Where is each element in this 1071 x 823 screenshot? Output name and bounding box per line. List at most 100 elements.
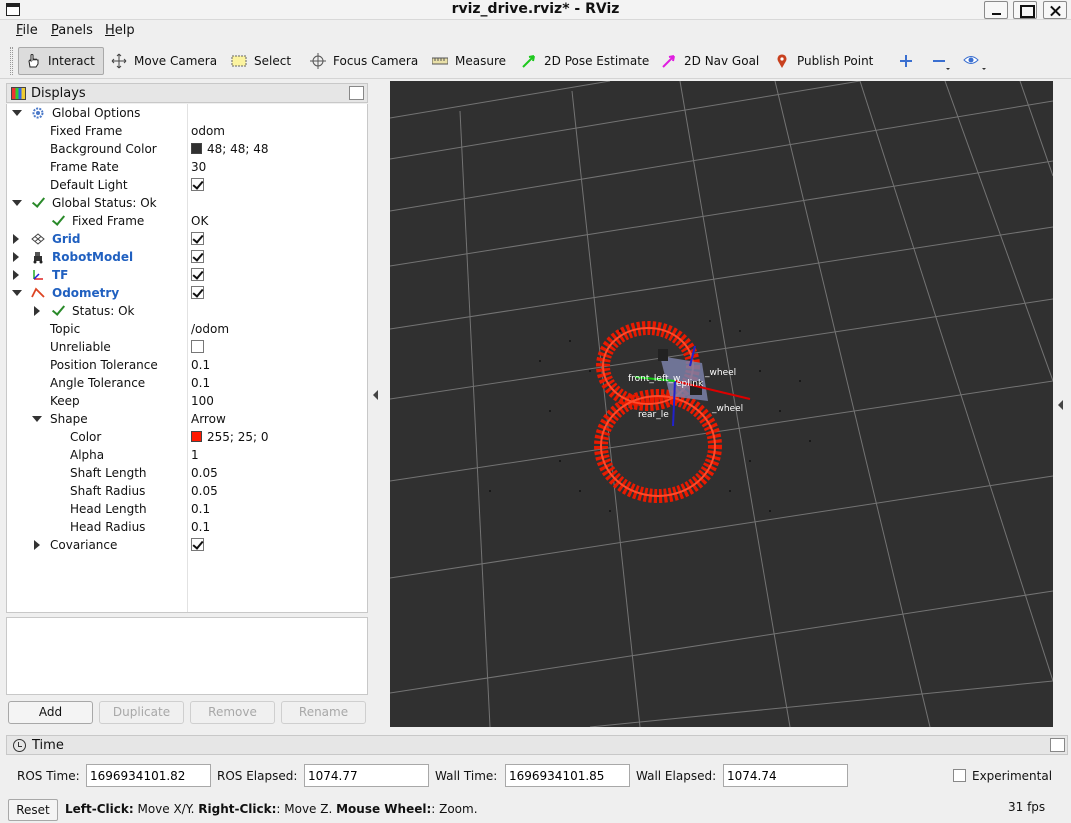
grid-enabled-checkbox[interactable] [191, 232, 204, 245]
toolbar-grip[interactable] [10, 47, 13, 75]
head-length-value[interactable]: 0.1 [191, 502, 210, 516]
robotmodel-enabled-checkbox[interactable] [191, 250, 204, 263]
render-3d-view[interactable]: front_left_w rear_le _wheel _wheel eplin… [390, 81, 1053, 727]
interact-tool-button[interactable]: Interact [18, 47, 104, 75]
tree-row-robotmodel[interactable]: RobotModel [7, 248, 367, 266]
publish-point-tool-button[interactable]: Publish Point [768, 47, 879, 75]
hand-pointer-icon [25, 53, 43, 69]
tree-row-alpha[interactable]: Alpha 1 [7, 446, 367, 464]
tree-row-global-status[interactable]: Global Status: Ok [7, 194, 367, 212]
expand-arrow-icon[interactable] [34, 540, 40, 550]
hint-text-3: : Zoom. [431, 802, 478, 816]
close-button[interactable] [1043, 1, 1067, 19]
color-value[interactable]: 255; 25; 0 [191, 430, 269, 444]
time-float-button[interactable] [1050, 738, 1065, 752]
hint-right-click: Right-Click: [198, 802, 277, 816]
tree-row-status-fixed-frame[interactable]: Fixed Frame OK [7, 212, 367, 230]
collapse-arrow-icon[interactable] [12, 290, 22, 296]
tree-row-default-light[interactable]: Default Light [7, 176, 367, 194]
remove-tool-icon[interactable] [930, 52, 952, 72]
collapse-arrow-icon[interactable] [12, 200, 22, 206]
expand-arrow-icon[interactable] [13, 252, 19, 262]
add-display-button[interactable]: Add [8, 701, 93, 724]
checkmark-icon [31, 195, 45, 209]
expand-arrow-icon[interactable] [34, 306, 40, 316]
move-camera-tool-button[interactable]: Move Camera [105, 47, 223, 75]
expand-arrow-icon[interactable] [13, 270, 19, 280]
tf-enabled-checkbox[interactable] [191, 268, 204, 281]
wall-time-field[interactable] [505, 764, 630, 787]
position-tolerance-value[interactable]: 0.1 [191, 358, 210, 372]
background-color-value[interactable]: 48; 48; 48 [191, 142, 269, 156]
tree-row-shape[interactable]: Shape Arrow [7, 410, 367, 428]
measure-tool-button[interactable]: Measure [426, 47, 512, 75]
experimental-checkbox[interactable] [953, 769, 966, 782]
unreliable-checkbox[interactable] [191, 340, 204, 353]
shaft-length-value[interactable]: 0.05 [191, 466, 218, 480]
ros-time-field[interactable] [86, 764, 211, 787]
expand-arrow-icon[interactable] [13, 234, 19, 244]
odometry-enabled-checkbox[interactable] [191, 286, 204, 299]
collapse-arrow-icon[interactable] [32, 416, 42, 422]
collapse-arrow-icon[interactable] [12, 110, 22, 116]
select-tool-button[interactable]: Select [225, 47, 297, 75]
tree-row-color[interactable]: Color 255; 25; 0 [7, 428, 367, 446]
tree-row-shaft-radius[interactable]: Shaft Radius 0.05 [7, 482, 367, 500]
tree-row-odometry-status[interactable]: Status: Ok [7, 302, 367, 320]
remove-display-button[interactable]: Remove [190, 701, 275, 724]
tree-label: Global Options [52, 106, 141, 120]
keep-value[interactable]: 100 [191, 394, 214, 408]
tree-row-shaft-length[interactable]: Shaft Length 0.05 [7, 464, 367, 482]
minimize-button[interactable] [984, 1, 1008, 19]
tree-row-topic[interactable]: Topic /odom [7, 320, 367, 338]
tree-row-angle-tolerance[interactable]: Angle Tolerance 0.1 [7, 374, 367, 392]
tree-row-grid[interactable]: Grid [7, 230, 367, 248]
wall-elapsed-field[interactable] [723, 764, 848, 787]
tree-label: Global Status: Ok [52, 196, 157, 210]
menu-file[interactable]: File [16, 23, 38, 38]
menu-panels[interactable]: Panels [51, 23, 93, 38]
tree-row-background-color[interactable]: Background Color 48; 48; 48 [7, 140, 367, 158]
covariance-checkbox[interactable] [191, 538, 204, 551]
reset-button[interactable]: Reset [8, 799, 58, 821]
topic-value[interactable]: /odom [191, 322, 229, 336]
frame-rate-value[interactable]: 30 [191, 160, 206, 174]
tree-row-head-radius[interactable]: Head Radius 0.1 [7, 518, 367, 536]
tree-row-fixed-frame[interactable]: Fixed Frame odom [7, 122, 367, 140]
eye-view-icon[interactable] [962, 52, 988, 72]
tree-row-head-length[interactable]: Head Length 0.1 [7, 500, 367, 518]
checkmark-icon [51, 303, 65, 317]
left-dock-collapse-arrow[interactable] [373, 390, 378, 400]
tree-row-tf[interactable]: TF [7, 266, 367, 284]
nav-goal-tool-button[interactable]: 2D Nav Goal [655, 47, 765, 75]
duplicate-display-button[interactable]: Duplicate [99, 701, 184, 724]
checkmark-icon [51, 213, 65, 227]
displays-float-button[interactable] [349, 86, 364, 100]
fixed-frame-value[interactable]: odom [191, 124, 225, 138]
right-dock-collapse-arrow[interactable] [1058, 400, 1063, 410]
alpha-value[interactable]: 1 [191, 448, 199, 462]
tree-row-keep[interactable]: Keep 100 [7, 392, 367, 410]
tree-label: Color [70, 430, 102, 444]
wall-elapsed-label: Wall Elapsed: [636, 769, 717, 783]
shape-value[interactable]: Arrow [191, 412, 226, 426]
tree-row-odometry[interactable]: Odometry [7, 284, 367, 302]
tree-label: Unreliable [50, 340, 111, 354]
rename-display-button[interactable]: Rename [281, 701, 366, 724]
tree-row-position-tolerance[interactable]: Position Tolerance 0.1 [7, 356, 367, 374]
tree-label: Shaft Radius [70, 484, 146, 498]
tree-row-global-options[interactable]: Global Options [7, 104, 367, 122]
default-light-checkbox[interactable] [191, 178, 204, 191]
menu-help[interactable]: Help [105, 23, 135, 38]
add-tool-icon[interactable] [897, 52, 915, 70]
maximize-button[interactable] [1013, 1, 1037, 19]
pose-estimate-tool-button[interactable]: 2D Pose Estimate [515, 47, 655, 75]
ros-elapsed-field[interactable] [304, 764, 429, 787]
tree-row-covariance[interactable]: Covariance [7, 536, 367, 554]
shaft-radius-value[interactable]: 0.05 [191, 484, 218, 498]
focus-camera-tool-button[interactable]: Focus Camera [304, 47, 424, 75]
angle-tolerance-value[interactable]: 0.1 [191, 376, 210, 390]
head-radius-value[interactable]: 0.1 [191, 520, 210, 534]
tree-row-frame-rate[interactable]: Frame Rate 30 [7, 158, 367, 176]
tree-row-unreliable[interactable]: Unreliable [7, 338, 367, 356]
